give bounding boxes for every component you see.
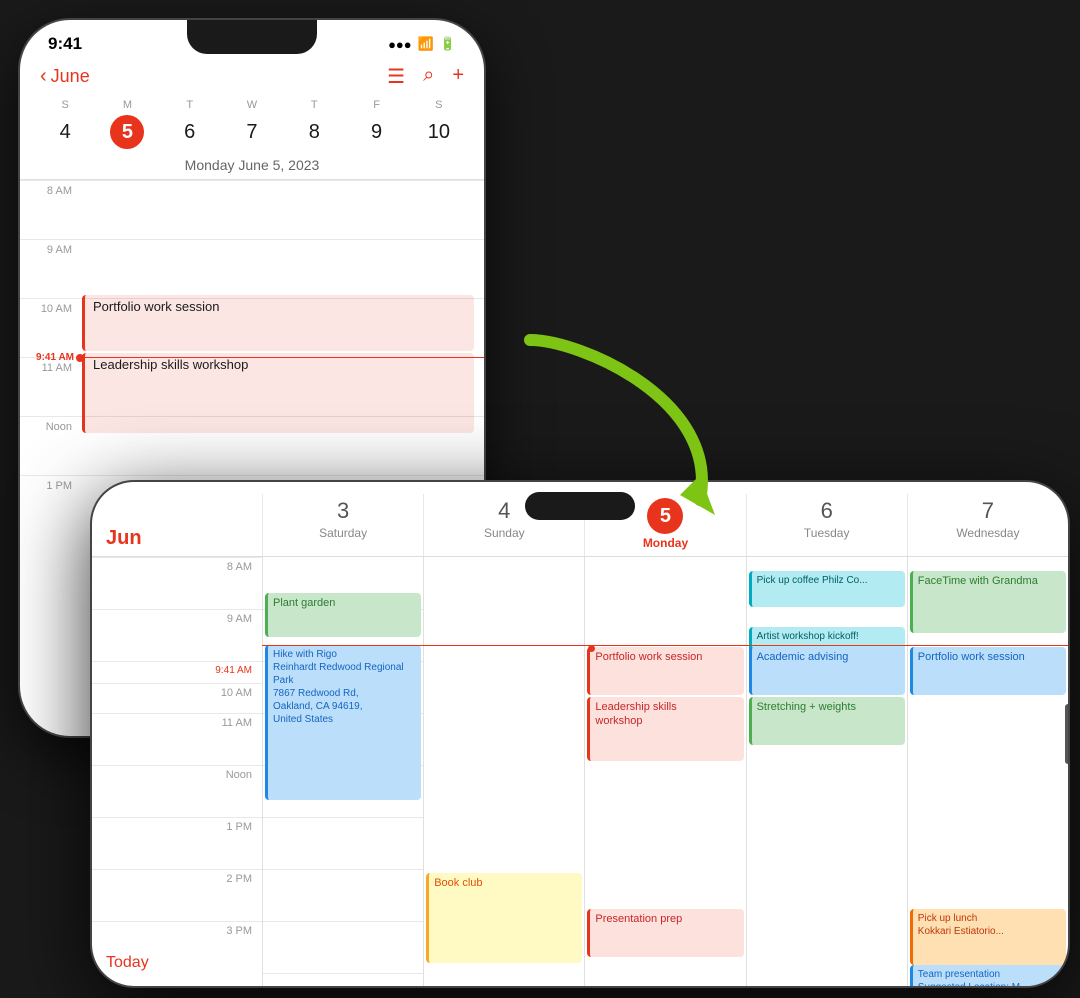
back-button[interactable]: ‹ June xyxy=(40,65,90,88)
event-academic-advising[interactable]: Academic advising xyxy=(749,647,905,695)
landscape-calendar: Jun 3 Saturday 4 Sunday 5 Monday 6 Tuesd… xyxy=(92,482,1068,986)
day-col-tue[interactable]: 6 Tuesday xyxy=(746,494,907,556)
week-strip: S 4 M 5 T 6 W 7 T 8 F 9 S 10 xyxy=(20,95,484,153)
times-column: 8 AM 9 AM 9:41 AM 10 AM 11 AM Noon 1 PM … xyxy=(92,557,262,986)
today-button[interactable]: Today xyxy=(106,954,149,972)
event-facetime[interactable]: FaceTime with Grandma xyxy=(910,571,1066,633)
col-tuesday: Pick up coffee Philz Co... Artist worksh… xyxy=(746,557,907,986)
signal-icon: ●●● xyxy=(388,37,412,52)
event-label: Book club xyxy=(434,877,482,889)
event-label: Academic advising xyxy=(757,651,849,663)
current-time-label: 9:41 AM xyxy=(20,352,78,363)
current-time-landscape-line xyxy=(262,645,1068,646)
phone-landscape: Jun 3 Saturday 4 Sunday 5 Monday 6 Tuesd… xyxy=(90,480,1070,988)
event-label: Pick up lunchKokkari Estiatorio... xyxy=(918,913,1004,937)
col-wednesday: FaceTime with Grandma Portfolio work ses… xyxy=(907,557,1068,986)
event-pickup-lunch[interactable]: Pick up lunchKokkari Estiatorio... xyxy=(910,909,1066,965)
event-label: Stretching + weights xyxy=(757,701,856,713)
event-label: Plant garden xyxy=(273,597,335,609)
event-portfolio-wed[interactable]: Portfolio work session xyxy=(910,647,1066,695)
calendar-header: ‹ June ☰ ⌕ + xyxy=(20,58,484,95)
col-saturday: Plant garden Hike with RigoReinhardt Red… xyxy=(262,557,423,986)
day-col-sat[interactable]: 3 Saturday xyxy=(262,494,423,556)
back-month-label: June xyxy=(51,66,90,87)
time-row-9am: 9 AM xyxy=(20,239,484,298)
day-columns: Plant garden Hike with RigoReinhardt Red… xyxy=(262,557,1068,986)
time-line xyxy=(78,357,484,358)
status-icons: ●●● 📶 🔋 xyxy=(388,36,456,52)
day-thu[interactable]: T 8 xyxy=(283,95,345,153)
dynamic-island xyxy=(525,492,635,520)
event-leadership-mon[interactable]: Leadership skillsworkshop xyxy=(587,697,743,761)
event-label: Artist workshop kickoff! xyxy=(757,631,859,642)
wifi-icon: 📶 xyxy=(418,36,434,52)
day-wed[interactable]: W 7 xyxy=(221,95,283,153)
col-monday: Portfolio work session Leadership skills… xyxy=(584,557,745,986)
time-dot xyxy=(76,354,84,362)
notch xyxy=(187,20,317,54)
back-chevron-icon: ‹ xyxy=(40,65,47,88)
day-sun[interactable]: S 4 xyxy=(34,95,96,153)
event-hike-rigo[interactable]: Hike with RigoReinhardt Redwood Regional… xyxy=(265,645,421,800)
event-pickup-coffee[interactable]: Pick up coffee Philz Co... xyxy=(749,571,905,607)
event-label: Pick up coffee Philz Co... xyxy=(757,575,868,586)
month-label: Jun xyxy=(92,494,262,556)
col-sunday: Book club xyxy=(423,557,584,986)
event-plant-garden[interactable]: Plant garden xyxy=(265,593,421,637)
event-label: FaceTime with Grandma xyxy=(918,575,1038,587)
status-time: 9:41 xyxy=(48,34,82,54)
event-label: Team presentationSuggested Location: M..… xyxy=(918,969,1029,986)
event-book-club[interactable]: Book club xyxy=(426,873,582,963)
event-portfolio-mon[interactable]: Portfolio work session xyxy=(587,647,743,695)
event-label: Portfolio work session xyxy=(918,651,1025,663)
time-row-8am: 8 AM xyxy=(20,180,484,239)
current-time-line: 9:41 AM xyxy=(20,352,484,363)
header-icons: ☰ ⌕ + xyxy=(387,64,464,89)
event-label: Hike with RigoReinhardt Redwood Regional… xyxy=(273,649,404,725)
event-team-presentation[interactable]: Team presentationSuggested Location: M..… xyxy=(910,965,1066,986)
day-sat[interactable]: S 10 xyxy=(408,95,470,153)
event-presentation-prep[interactable]: Presentation prep xyxy=(587,909,743,957)
event-stretching[interactable]: Stretching + weights xyxy=(749,697,905,745)
event-portfolio-portrait[interactable]: Portfolio work session xyxy=(82,295,474,351)
event-label: Presentation prep xyxy=(595,913,682,925)
search-icon[interactable]: ⌕ xyxy=(423,64,434,89)
event-label: Leadership skillsworkshop xyxy=(595,701,676,727)
date-label: Monday June 5, 2023 xyxy=(20,153,484,180)
battery-icon: 🔋 xyxy=(440,36,456,52)
event-label: Portfolio work session xyxy=(595,651,702,663)
day-fri[interactable]: F 9 xyxy=(345,95,407,153)
add-icon[interactable]: + xyxy=(452,64,464,89)
event-leadership-portrait[interactable]: Leadership skills workshop xyxy=(82,353,474,433)
day-col-wed[interactable]: 7 Wednesday xyxy=(907,494,1068,556)
landscape-grid: 8 AM 9 AM 9:41 AM 10 AM 11 AM Noon 1 PM … xyxy=(92,557,1068,986)
day-mon[interactable]: M 5 xyxy=(96,95,158,153)
list-icon[interactable]: ☰ xyxy=(387,64,405,89)
day-tue[interactable]: T 6 xyxy=(159,95,221,153)
